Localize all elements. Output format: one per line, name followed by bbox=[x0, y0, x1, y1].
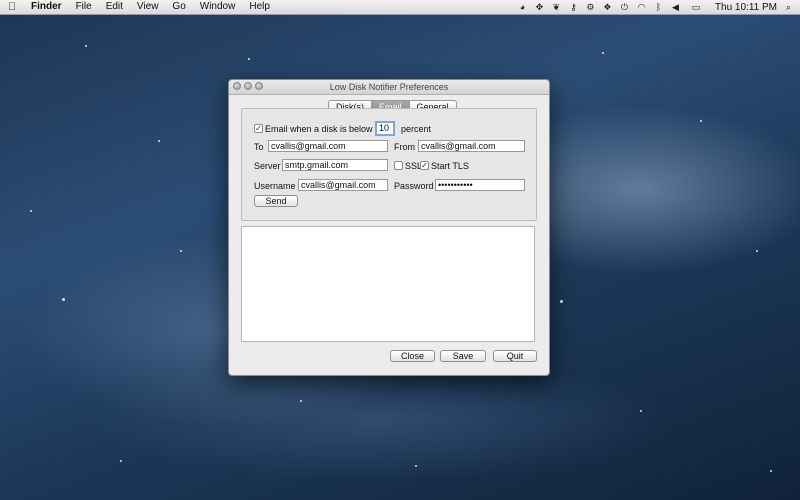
start-tls-checkbox[interactable]: ✓ bbox=[420, 161, 429, 170]
bluetooth-icon[interactable]: ᛒ bbox=[653, 2, 664, 13]
menu-bar:  Finder File Edit View Go Window Help ◕… bbox=[0, 0, 800, 15]
window-title: Low Disk Notifier Preferences bbox=[329, 82, 449, 92]
gear-icon[interactable]: ⚙ bbox=[585, 2, 596, 13]
power-icon[interactable]: ⏻ bbox=[619, 2, 630, 13]
star bbox=[30, 210, 32, 212]
server-label: Server bbox=[254, 161, 281, 171]
star bbox=[756, 250, 758, 252]
star bbox=[120, 460, 122, 462]
menu-help[interactable]: Help bbox=[242, 0, 277, 14]
zoom-window-icon[interactable] bbox=[255, 82, 263, 90]
status-area: ◕ ✥ ❦ ⚷ ⚙ ❖ ⏻ ◠ ᛒ ◀ ▭ Thu 10:11 PM ⌕ bbox=[517, 0, 794, 14]
volume-icon[interactable]: ◀ bbox=[670, 2, 681, 13]
star bbox=[85, 45, 87, 47]
start-tls-label: Start TLS bbox=[431, 161, 469, 171]
star bbox=[640, 410, 642, 412]
from-email-field[interactable]: cvallis@gmail.com bbox=[418, 140, 525, 152]
threshold-unit-label: percent bbox=[401, 124, 432, 134]
password-label: Password bbox=[394, 181, 434, 191]
dropbox-alt-icon[interactable]: ❖ bbox=[602, 2, 613, 13]
menu-file[interactable]: File bbox=[69, 0, 99, 14]
email-when-below-checkbox[interactable]: ✓ bbox=[254, 124, 263, 133]
wifi-icon[interactable]: ◠ bbox=[636, 2, 647, 13]
title-bar[interactable]: Low Disk Notifier Preferences bbox=[229, 80, 549, 95]
menu-window[interactable]: Window bbox=[193, 0, 243, 14]
spotlight-search-icon[interactable]: ⌕ bbox=[783, 2, 794, 13]
from-label: From bbox=[394, 142, 415, 152]
close-window-icon[interactable] bbox=[233, 82, 241, 90]
menu-app-name[interactable]: Finder bbox=[24, 0, 69, 14]
menu-go[interactable]: Go bbox=[165, 0, 192, 14]
star bbox=[180, 250, 182, 252]
email-when-below-label: Email when a disk is below bbox=[265, 124, 373, 134]
server-field[interactable]: smtp.gmail.com bbox=[282, 159, 388, 171]
star bbox=[300, 400, 302, 402]
send-button[interactable]: Send bbox=[254, 195, 298, 207]
star bbox=[158, 140, 160, 142]
close-button[interactable]: Close bbox=[390, 350, 435, 362]
menu-clock[interactable]: Thu 10:11 PM bbox=[715, 2, 777, 13]
star bbox=[700, 120, 702, 122]
log-output-area[interactable] bbox=[241, 226, 535, 342]
email-settings-panel: ✓ Email when a disk is below 10 percent … bbox=[241, 108, 537, 221]
star bbox=[62, 298, 65, 301]
password-field[interactable]: ••••••••••• bbox=[435, 179, 525, 191]
to-label: To bbox=[254, 142, 264, 152]
menu-view[interactable]: View bbox=[130, 0, 166, 14]
username-label: Username bbox=[254, 181, 296, 191]
star bbox=[248, 58, 250, 60]
preferences-window: Low Disk Notifier Preferences Disk(s) Em… bbox=[228, 79, 550, 376]
quit-button[interactable]: Quit bbox=[493, 350, 537, 362]
menu-edit[interactable]: Edit bbox=[99, 0, 130, 14]
to-email-field[interactable]: cvallis@gmail.com bbox=[268, 140, 388, 152]
star bbox=[415, 465, 417, 467]
battery-icon[interactable]: ▭ bbox=[687, 2, 705, 13]
dropbox-icon[interactable]: ✥ bbox=[534, 2, 545, 13]
username-field[interactable]: cvallis@gmail.com bbox=[298, 179, 388, 191]
ssl-checkbox[interactable] bbox=[394, 161, 403, 170]
minimize-window-icon[interactable] bbox=[244, 82, 252, 90]
star bbox=[560, 300, 563, 303]
star bbox=[770, 470, 772, 472]
threshold-input[interactable]: 10 bbox=[375, 121, 395, 136]
save-button[interactable]: Save bbox=[440, 350, 486, 362]
evernote-icon[interactable]: ❦ bbox=[551, 2, 562, 13]
key-icon[interactable]: ⚷ bbox=[568, 2, 579, 13]
colorsync-icon[interactable]: ◕ bbox=[517, 2, 528, 13]
star bbox=[602, 52, 604, 54]
apple-icon[interactable]:  bbox=[8, 1, 24, 13]
